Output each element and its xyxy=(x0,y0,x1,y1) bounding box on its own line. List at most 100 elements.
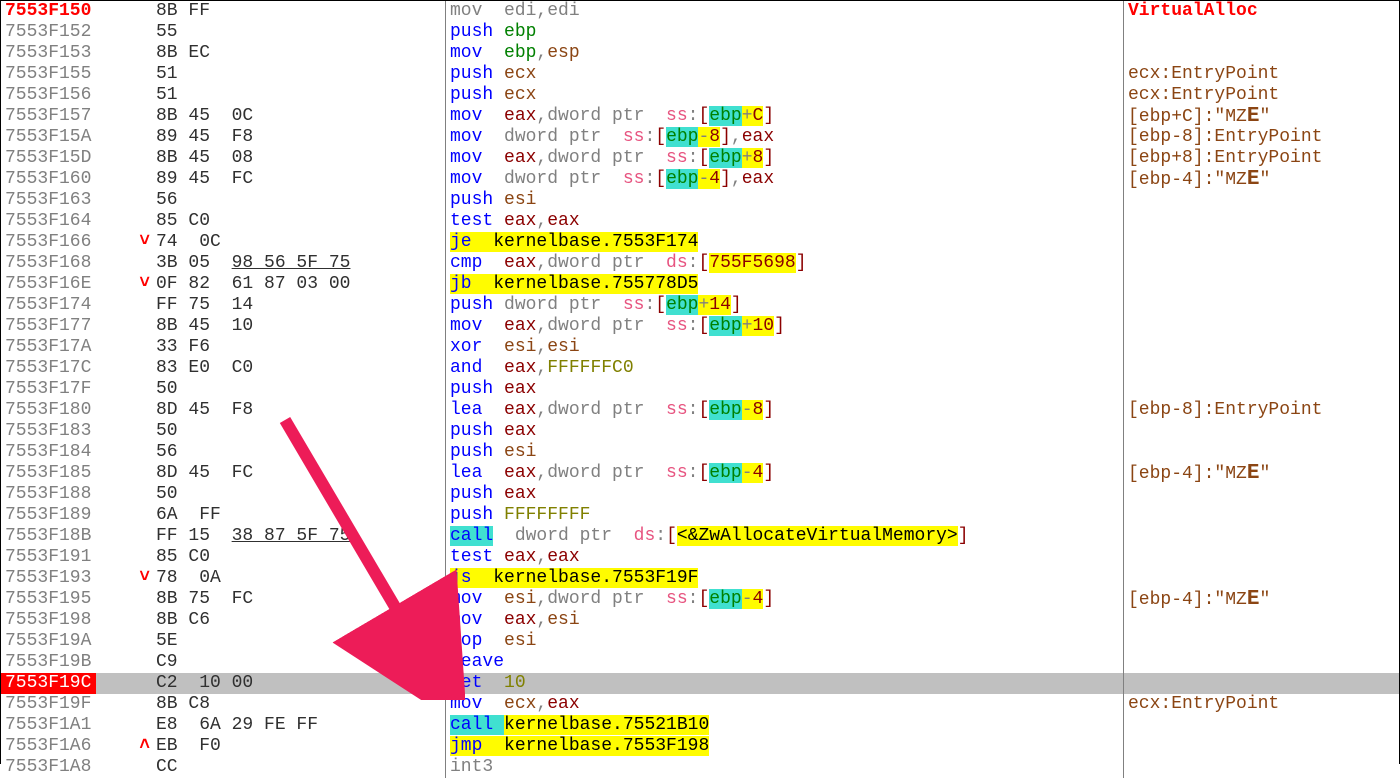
address-cell: 7553F164 xyxy=(1,211,96,232)
disasm-row[interactable]: 7553F1A1E8 6A 29 FE FFcall kernelbase.75… xyxy=(1,715,1399,736)
address-cell: 7553F183 xyxy=(1,421,96,442)
jump-indicator: ˅ xyxy=(96,232,156,253)
disasm-cell: call dword ptr ds:[<&ZwAllocateVirtualMe… xyxy=(446,526,1124,547)
bytes-cell: 5E xyxy=(156,631,446,652)
disasm-row[interactable]: 7553F15255push ebp xyxy=(1,22,1399,43)
address-cell: 7553F17A xyxy=(1,337,96,358)
disasm-row[interactable]: 7553F15A89 45 F8mov dword ptr ss:[ebp-8]… xyxy=(1,127,1399,148)
bytes-cell: EB F0 xyxy=(156,736,446,757)
comment-cell xyxy=(1124,568,1399,589)
disasm-cell: push ebp xyxy=(446,22,1124,43)
comment-cell: ecx:EntryPoint xyxy=(1124,85,1399,106)
address-cell: 7553F19C xyxy=(1,673,96,694)
comment-cell xyxy=(1124,652,1399,673)
disasm-row[interactable]: 7553F1683B 05 98 56 5F 75cmp eax,dword p… xyxy=(1,253,1399,274)
disasm-row[interactable]: 7553F17F 50push eax xyxy=(1,379,1399,400)
disasm-cell: test eax,eax xyxy=(446,547,1124,568)
disasm-cell: ret 10 xyxy=(446,673,1124,694)
jump-indicator xyxy=(96,316,156,337)
disasm-row[interactable]: 7553F166˅74 0Cje kernelbase.7553F174 xyxy=(1,232,1399,253)
disasm-row[interactable]: 7553F1958B 75 FCmov esi,dword ptr ss:[eb… xyxy=(1,589,1399,610)
disasm-cell: push eax xyxy=(446,379,1124,400)
disasm-row[interactable]: 7553F1A6˄EB F0jmp kernelbase.7553F198 xyxy=(1,736,1399,757)
disasm-row[interactable]: 7553F1808D 45 F8lea eax,dword ptr ss:[eb… xyxy=(1,400,1399,421)
disasm-cell: push eax xyxy=(446,484,1124,505)
disasm-row[interactable]: 7553F1858D 45 FClea eax,dword ptr ss:[eb… xyxy=(1,463,1399,484)
address-cell: 7553F15D xyxy=(1,148,96,169)
disasm-row[interactable]: 7553F1896A FFpush FFFFFFFF xyxy=(1,505,1399,526)
bytes-cell: 50 xyxy=(156,379,446,400)
disasm-row[interactable]: 7553F18456push esi xyxy=(1,442,1399,463)
comment-cell xyxy=(1124,295,1399,316)
disasm-row[interactable]: 7553F19F8B C8mov ecx,eaxecx:EntryPoint xyxy=(1,694,1399,715)
comment-cell xyxy=(1124,442,1399,463)
disasm-cell: mov eax,dword ptr ss:[ebp+10] xyxy=(446,316,1124,337)
disasm-row[interactable]: 7553F16356push esi xyxy=(1,190,1399,211)
disasm-row[interactable]: 7553F18BFF 15 38 87 5F 75call dword ptr … xyxy=(1,526,1399,547)
disasm-row[interactable]: 7553F19185 C0test eax,eax xyxy=(1,547,1399,568)
address-cell: 7553F19B xyxy=(1,652,96,673)
address-cell: 7553F152 xyxy=(1,22,96,43)
disasm-row[interactable]: 7553F1578B 45 0Cmov eax,dword ptr ss:[eb… xyxy=(1,106,1399,127)
comment-cell: [ebp-4]:"MZE" xyxy=(1124,589,1399,610)
comment-cell: ecx:EntryPoint xyxy=(1124,64,1399,85)
disasm-row[interactable]: 7553F19A5Epop esi xyxy=(1,631,1399,652)
disasm-row[interactable]: 7553F17C83 E0 C0and eax,FFFFFFC0 xyxy=(1,358,1399,379)
jump-indicator xyxy=(96,64,156,85)
comment-cell xyxy=(1124,610,1399,631)
comment-cell xyxy=(1124,673,1399,694)
disasm-cell: mov ecx,eax xyxy=(446,694,1124,715)
address-cell: 7553F19A xyxy=(1,631,96,652)
disasm-row[interactable]: 7553F174FF 75 14push dword ptr ss:[ebp+1… xyxy=(1,295,1399,316)
comment-cell xyxy=(1124,505,1399,526)
address-cell: 7553F19F xyxy=(1,694,96,715)
jump-indicator xyxy=(96,631,156,652)
disasm-row[interactable]: 7553F16485 C0test eax,eax xyxy=(1,211,1399,232)
jump-indicator xyxy=(96,484,156,505)
disasm-row[interactable]: 7553F193˅78 0Ajs kernelbase.7553F19F xyxy=(1,568,1399,589)
comment-cell xyxy=(1124,43,1399,64)
disasm-cell: mov dword ptr ss:[ebp-8],eax xyxy=(446,127,1124,148)
bytes-cell: 8D 45 FC xyxy=(156,463,446,484)
disasm-row[interactable]: 7553F19BC9leave xyxy=(1,652,1399,673)
bytes-cell: 83 E0 C0 xyxy=(156,358,446,379)
disasm-row[interactable]: 7553F1538B ECmov ebp,esp xyxy=(1,43,1399,64)
disasm-row[interactable]: 7553F15D8B 45 08mov eax,dword ptr ss:[eb… xyxy=(1,148,1399,169)
disasm-row[interactable]: 7553F15551push ecxecx:EntryPoint xyxy=(1,64,1399,85)
disasm-row[interactable]: 7553F1A8CCint3 xyxy=(1,757,1399,778)
disasm-row[interactable]: 7553F1508B FFmov edi,ediVirtualAlloc xyxy=(1,1,1399,22)
disasm-cell: mov dword ptr ss:[ebp-4],eax xyxy=(446,169,1124,190)
bytes-cell: 51 xyxy=(156,64,446,85)
disasm-row[interactable]: 7553F17A33 F6xor esi,esi xyxy=(1,337,1399,358)
jump-indicator xyxy=(96,85,156,106)
bytes-cell: C9 xyxy=(156,652,446,673)
address-cell: 7553F17F xyxy=(1,379,96,400)
bytes-cell: 51 xyxy=(156,85,446,106)
disasm-cell: jb kernelbase.755778D5 xyxy=(446,274,1124,295)
bytes-cell: FF 75 14 xyxy=(156,295,446,316)
disasm-row[interactable]: 7553F18350push eax xyxy=(1,421,1399,442)
disasm-cell: and eax,FFFFFFC0 xyxy=(446,358,1124,379)
disassembly-view[interactable]: 7553F1508B FFmov edi,ediVirtualAlloc7553… xyxy=(1,1,1399,763)
jump-indicator xyxy=(96,43,156,64)
disasm-row[interactable]: 7553F19CC2 10 00ret 10 xyxy=(1,673,1399,694)
disasm-row[interactable]: 7553F1988B C6mov eax,esi xyxy=(1,610,1399,631)
jump-indicator xyxy=(96,547,156,568)
comment-cell xyxy=(1124,736,1399,757)
disasm-row[interactable]: 7553F16E˅0F 82 61 87 03 00jb kernelbase.… xyxy=(1,274,1399,295)
bytes-cell: 8B C6 xyxy=(156,610,446,631)
address-cell: 7553F193 xyxy=(1,568,96,589)
disasm-row[interactable]: 7553F15651push ecxecx:EntryPoint xyxy=(1,85,1399,106)
jump-indicator xyxy=(96,673,156,694)
disasm-row[interactable]: 7553F16089 45 FCmov dword ptr ss:[ebp-4]… xyxy=(1,169,1399,190)
disasm-cell: mov edi,edi xyxy=(446,1,1124,22)
comment-cell xyxy=(1124,274,1399,295)
disasm-row[interactable]: 7553F18850push eax xyxy=(1,484,1399,505)
jump-indicator: ˅ xyxy=(96,568,156,589)
bytes-cell: 89 45 FC xyxy=(156,169,446,190)
comment-cell: [ebp-4]:"MZE" xyxy=(1124,169,1399,190)
disasm-row[interactable]: 7553F1778B 45 10mov eax,dword ptr ss:[eb… xyxy=(1,316,1399,337)
disasm-cell: mov ebp,esp xyxy=(446,43,1124,64)
jump-indicator xyxy=(96,253,156,274)
bytes-cell: E8 6A 29 FE FF xyxy=(156,715,446,736)
